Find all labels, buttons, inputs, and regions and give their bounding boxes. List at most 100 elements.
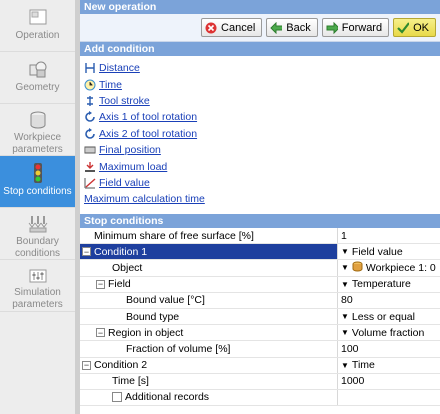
add-tool-stroke-link[interactable]: Tool stroke: [99, 95, 150, 107]
property-value: 1: [341, 229, 347, 242]
add-distance-link[interactable]: Distance: [99, 62, 140, 74]
workpiece-icon: [352, 261, 363, 275]
add-maximum-load-link[interactable]: Maximum load: [99, 161, 167, 173]
dropdown-arrow-icon[interactable]: ▼: [341, 247, 349, 256]
sidebar-item-simulation-parameters[interactable]: Simulation parameters: [0, 260, 75, 312]
property-value: Workpiece 1: 0: [365, 261, 436, 274]
dropdown-arrow-icon[interactable]: ▼: [341, 328, 349, 337]
property-grid: Minimum share of free surface [%] 1 − Co…: [80, 228, 440, 407]
add-maximum-calculation-time-link[interactable]: Maximum calculation time: [84, 193, 205, 205]
list-item: Final position: [84, 142, 440, 158]
field-value-icon: [84, 177, 96, 189]
sidebar-item-label: Simulation parameters: [12, 287, 63, 310]
collapse-icon[interactable]: −: [82, 247, 91, 257]
property-name: Condition 2: [94, 359, 148, 372]
sidebar-item-label: Workpiece parameters: [12, 132, 63, 155]
table-row[interactable]: Minimum share of free surface [%] 1: [80, 228, 440, 245]
cancel-icon: [205, 22, 217, 34]
sidebar-item-label: Boundary conditions: [14, 236, 61, 259]
dropdown-arrow-icon[interactable]: ▼: [341, 263, 349, 272]
table-row[interactable]: − Condition 1 ▼ Field value: [80, 244, 440, 261]
property-value: Time: [351, 359, 375, 372]
table-row[interactable]: − Field ▼ Temperature: [80, 276, 440, 293]
dropdown-arrow-icon[interactable]: ▼: [341, 312, 349, 321]
table-row[interactable]: − Condition 2 ▼ Time: [80, 357, 440, 374]
sidebar: Operation Geometry Workpiece parameters …: [0, 0, 76, 414]
clock-icon: [84, 79, 96, 91]
property-name: Bound type: [126, 310, 180, 323]
property-value: Less or equal: [351, 310, 415, 323]
page-title: New operation: [80, 0, 440, 14]
rotation-icon: [84, 111, 96, 123]
stop-conditions-header: Stop conditions: [80, 214, 440, 228]
table-row[interactable]: − Region in object ▼ Volume fraction: [80, 325, 440, 342]
cancel-label: Cancel: [221, 21, 256, 34]
simulation-icon: [26, 266, 50, 285]
sidebar-item-label: Stop conditions: [3, 186, 72, 197]
dropdown-arrow-icon[interactable]: ▼: [341, 361, 349, 370]
add-time-link[interactable]: Time: [99, 79, 122, 91]
collapse-icon[interactable]: −: [96, 279, 105, 289]
list-item: Field value: [84, 175, 440, 191]
dropdown-arrow-icon[interactable]: ▼: [341, 280, 349, 289]
add-condition-list: Distance Time Tool stroke Axis 1 of tool…: [80, 56, 440, 214]
ok-button[interactable]: OK: [393, 18, 436, 37]
forward-label: Forward: [341, 21, 383, 34]
toolbar: Cancel Back Forward OK: [80, 14, 440, 42]
rotation-icon: [84, 127, 96, 140]
arrow-left-icon: [270, 21, 283, 34]
property-value: Volume fraction: [351, 326, 425, 339]
table-row[interactable]: Bound type ▼ Less or equal: [80, 308, 440, 326]
property-value: Field value: [351, 245, 403, 258]
back-label: Back: [286, 21, 311, 34]
traffic-light-icon: [26, 162, 50, 184]
geometry-icon: [26, 58, 50, 80]
sidebar-item-label: Geometry: [15, 82, 60, 93]
list-item: Tool stroke: [84, 93, 440, 109]
property-name: Time [s]: [112, 375, 149, 388]
forward-button[interactable]: Forward: [321, 18, 390, 37]
property-name: Object: [112, 261, 143, 274]
list-item: Distance: [84, 60, 440, 76]
list-item: Maximum calculation time: [84, 191, 440, 207]
back-button[interactable]: Back: [266, 18, 318, 37]
table-row[interactable]: Fraction of volume [%] 100: [80, 341, 440, 358]
table-row[interactable]: Additional records: [80, 389, 440, 407]
collapse-icon[interactable]: −: [96, 328, 105, 338]
property-value: 80: [341, 294, 353, 307]
main-panel: New operation Cancel Back Forward OK Add…: [80, 0, 440, 414]
add-final-position-link[interactable]: Final position: [99, 144, 161, 156]
sidebar-item-label: Operation: [15, 30, 60, 41]
sidebar-item-geometry[interactable]: Geometry: [0, 52, 75, 104]
sidebar-item-workpiece-parameters[interactable]: Workpiece parameters: [0, 104, 75, 156]
list-item: Axis 2 of tool rotation: [84, 126, 440, 142]
list-item: Axis 1 of tool rotation: [84, 109, 440, 125]
list-item: Time: [84, 76, 440, 92]
table-row[interactable]: Time [s] 1000: [80, 373, 440, 390]
sidebar-item-operation[interactable]: Operation: [0, 0, 75, 52]
add-axis-2-rotation-link[interactable]: Axis 2 of tool rotation: [99, 128, 197, 140]
list-item: Maximum load: [84, 158, 440, 174]
load-icon: [84, 161, 96, 173]
operation-icon: [26, 6, 50, 28]
add-axis-1-rotation-link[interactable]: Axis 1 of tool rotation: [99, 111, 197, 123]
sidebar-item-stop-conditions[interactable]: Stop conditions: [0, 156, 75, 208]
property-value: 100: [341, 342, 359, 355]
property-name: Fraction of volume [%]: [126, 342, 231, 355]
final-position-icon: [84, 144, 96, 156]
property-name: Bound value [°C]: [126, 294, 205, 307]
additional-records-checkbox[interactable]: [112, 392, 122, 403]
arrow-right-icon: [326, 21, 338, 34]
add-field-value-link[interactable]: Field value: [99, 177, 150, 189]
table-row[interactable]: Bound value [°C] 80: [80, 292, 440, 309]
collapse-icon[interactable]: −: [82, 360, 91, 370]
sidebar-item-boundary-conditions[interactable]: Boundary conditions: [0, 208, 75, 260]
workpiece-icon: [26, 110, 50, 130]
distance-icon: [84, 62, 96, 74]
tool-stroke-icon: [84, 95, 96, 107]
add-condition-header: Add condition: [80, 42, 440, 56]
ok-label: OK: [413, 21, 429, 34]
property-name: Field: [108, 278, 131, 291]
table-row[interactable]: Object ▼ Workpiece 1: 0: [80, 260, 440, 277]
cancel-button[interactable]: Cancel: [201, 18, 263, 37]
